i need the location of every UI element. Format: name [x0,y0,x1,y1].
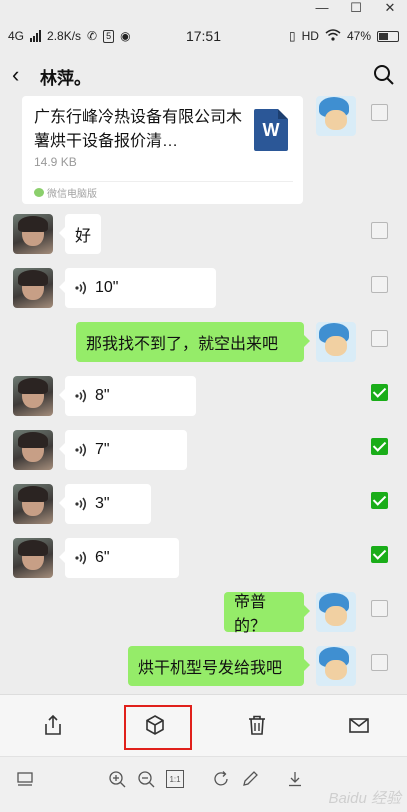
voice-duration: 7" [95,441,110,458]
voice-message[interactable]: 10" [59,268,216,308]
select-checkbox[interactable] [371,222,388,239]
select-checkbox-checked[interactable] [371,438,388,455]
minimize-button[interactable]: — [305,0,339,18]
file-source-label: 微信电脑版 [47,189,97,200]
selection-action-bar [0,694,407,756]
divider [32,181,293,182]
maximize-button[interactable]: ☐ [339,0,373,18]
layout-icon[interactable] [16,770,34,788]
voice-message[interactable]: 6" [59,538,179,578]
voice-message[interactable]: 3" [59,484,151,524]
zoom-in-icon[interactable] [108,770,126,788]
window-controls: — ☐ ✕ [305,0,407,18]
contact-avatar[interactable] [13,376,53,416]
contact-avatar[interactable] [13,484,53,524]
share-icon[interactable] [42,714,64,736]
chat-header: ‹ 林萍。 [0,52,407,96]
voice-duration: 10" [95,279,119,296]
voice-duration: 6" [95,549,110,566]
edit-pencil-icon[interactable] [241,770,259,788]
vibrate-icon: ▯ [289,29,296,43]
back-arrow-icon[interactable]: ‹ [12,62,19,88]
contact-avatar[interactable] [13,214,53,254]
voice-duration: 8" [95,387,110,404]
select-checkbox[interactable] [371,654,388,671]
zoom-out-icon[interactable] [137,770,155,788]
select-checkbox[interactable] [371,104,388,121]
text-message[interactable]: 烘干机型号发给我吧 [128,646,310,686]
voice-icon [75,443,87,457]
voice-icon [75,551,87,565]
select-checkbox-checked[interactable] [371,546,388,563]
text-message[interactable]: 那我找不到了，就空出来吧 [76,322,310,362]
select-checkbox[interactable] [371,600,388,617]
voice-message[interactable]: 8" [59,376,196,416]
watermark: Baidu 经验 [328,790,401,807]
word-document-icon: W [254,109,288,151]
file-size: 14.9 KB [34,155,77,169]
voice-icon [75,497,87,511]
close-button[interactable]: ✕ [373,0,407,18]
contact-avatar[interactable] [13,268,53,308]
voice-duration: 3" [95,495,110,512]
wechat-icon [34,188,44,197]
my-avatar[interactable] [316,646,356,686]
chat-title: 林萍。 [40,69,91,88]
status-bar: 4G 2.8K/s ✆ 5 ◉ 17:51 ▯ HD 47% [0,22,407,50]
voice-icon [75,281,87,295]
select-checkbox-checked[interactable] [371,492,388,509]
my-avatar[interactable] [316,592,356,632]
viewer-toolbar: 1:1 Baidu 经验 [0,756,407,812]
actual-size-button[interactable]: 1:1 [166,770,184,788]
battery-level: 47% [346,29,371,43]
hd-label: HD [301,29,319,43]
battery-icon [377,30,399,42]
file-message[interactable]: 广东行峰冷热设备有限公司木薯烘干设备报价清… 14.9 KB W 微信电脑版 [22,96,303,204]
delete-icon[interactable] [246,714,268,736]
mail-icon[interactable] [348,714,370,736]
file-source: 微信电脑版 [34,185,97,200]
voice-message[interactable]: 7" [59,430,187,470]
contact-avatar[interactable] [13,538,53,578]
select-checkbox-checked[interactable] [371,384,388,401]
text-message[interactable]: 好 [58,214,102,254]
select-checkbox[interactable] [371,276,388,293]
message-list[interactable]: 广东行峰冷热设备有限公司木薯烘干设备报价清… 14.9 KB W 微信电脑版 好… [0,96,407,694]
file-title: 广东行峰冷热设备有限公司木薯烘干设备报价清… [34,109,243,150]
contact-avatar[interactable] [13,430,53,470]
text-message[interactable]: 帝普的？ [224,592,310,635]
rotate-icon[interactable] [212,770,230,788]
voice-icon [75,389,87,403]
select-checkbox[interactable] [371,330,388,347]
download-icon[interactable] [286,770,304,788]
my-avatar[interactable] [316,96,356,136]
my-avatar[interactable] [316,322,356,362]
highlight-box [124,705,192,750]
search-icon[interactable] [373,64,395,86]
wifi-icon [325,28,341,44]
